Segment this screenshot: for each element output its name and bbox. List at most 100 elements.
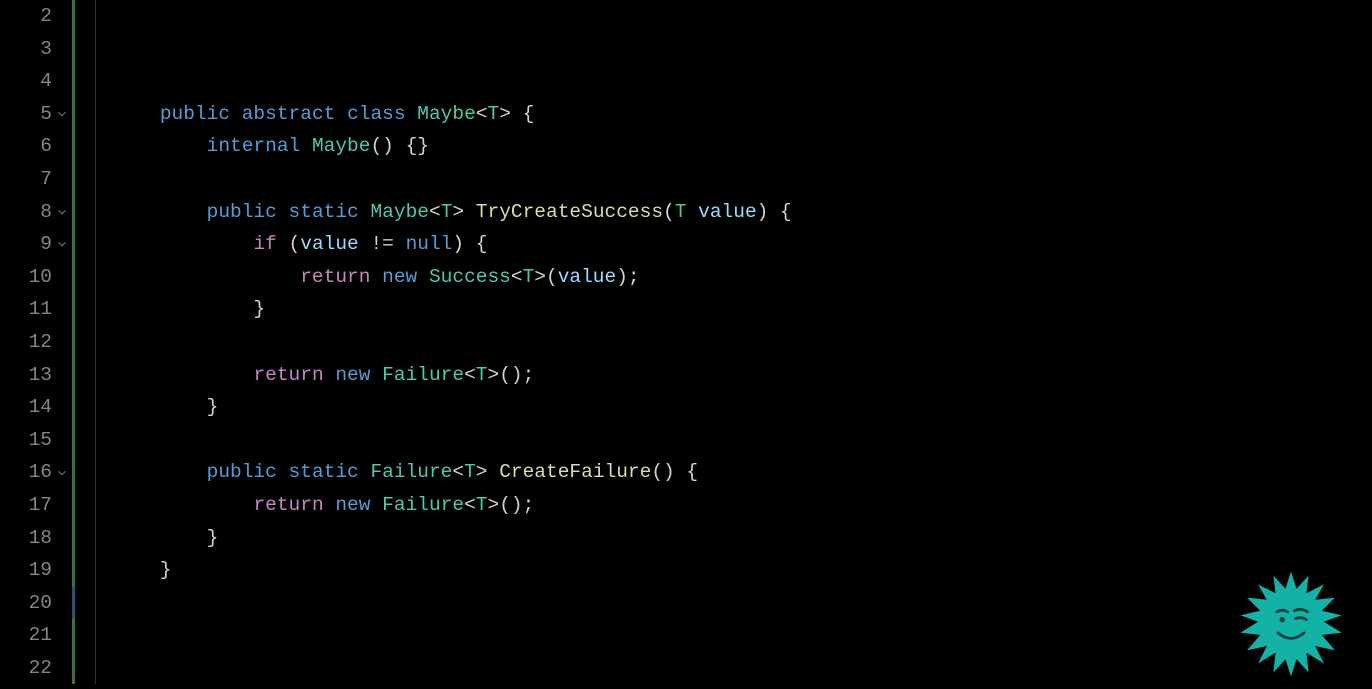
line-number[interactable]: 3 (0, 33, 52, 66)
line-number[interactable]: 22 (0, 652, 52, 685)
code-text[interactable]: return new Success<T>(value); (113, 261, 640, 294)
change-bar (72, 489, 75, 522)
indent-guide (95, 391, 96, 424)
code-text[interactable]: if (value != null) { (113, 228, 488, 261)
indent-guide (95, 554, 96, 587)
code-line[interactable]: 4 (0, 65, 1372, 98)
code-text[interactable]: return new Failure<T>(); (113, 489, 534, 522)
change-bar (72, 98, 75, 131)
code-line[interactable]: 7 (0, 163, 1372, 196)
change-bar (72, 261, 75, 294)
change-bar (72, 65, 75, 98)
fold-chevron-icon[interactable] (52, 205, 72, 219)
line-number[interactable]: 11 (0, 293, 52, 326)
code-line[interactable]: 14 } (0, 391, 1372, 424)
code-line[interactable]: 13 return new Failure<T>(); (0, 359, 1372, 392)
line-number[interactable]: 10 (0, 261, 52, 294)
fold-chevron-icon[interactable] (52, 237, 72, 251)
change-bar (72, 587, 75, 620)
code-line[interactable]: 19 } (0, 554, 1372, 587)
code-line[interactable]: 20 (0, 587, 1372, 620)
fold-chevron-icon[interactable] (52, 107, 72, 121)
code-text[interactable]: return new Failure<T>(); (113, 359, 534, 392)
change-bar (72, 424, 75, 457)
code-line[interactable]: 6 internal Maybe() {} (0, 130, 1372, 163)
indent-guide (95, 98, 96, 131)
code-line[interactable]: 22 (0, 652, 1372, 685)
indent-guide (95, 33, 96, 66)
indent-guide (95, 163, 96, 196)
line-number[interactable]: 20 (0, 587, 52, 620)
line-number[interactable]: 2 (0, 0, 52, 33)
change-bar (72, 130, 75, 163)
code-line[interactable]: 16 public static Failure<T> CreateFailur… (0, 456, 1372, 489)
line-number[interactable]: 19 (0, 554, 52, 587)
indent-guide (95, 261, 96, 294)
line-number[interactable]: 9 (0, 228, 52, 261)
indent-guide (95, 0, 96, 33)
code-line[interactable]: 21 (0, 619, 1372, 652)
code-line[interactable]: 10 return new Success<T>(value); (0, 261, 1372, 294)
indent-guide (95, 359, 96, 392)
code-text[interactable]: } (113, 554, 172, 587)
code-text[interactable]: public static Failure<T> CreateFailure()… (113, 456, 698, 489)
indent-guide (95, 196, 96, 229)
code-line[interactable]: 5 public abstract class Maybe<T> { (0, 98, 1372, 131)
code-line[interactable]: 15 (0, 424, 1372, 457)
change-bar (72, 326, 75, 359)
code-editor[interactable]: 2345 public abstract class Maybe<T> {6 i… (0, 0, 1372, 689)
change-bar (72, 554, 75, 587)
change-bar (72, 456, 75, 489)
change-bar (72, 359, 75, 392)
line-number[interactable]: 18 (0, 522, 52, 555)
indent-guide (95, 424, 96, 457)
change-bar (72, 196, 75, 229)
line-number[interactable]: 13 (0, 359, 52, 392)
code-line[interactable]: 2 (0, 0, 1372, 33)
change-bar (72, 33, 75, 66)
indent-guide (95, 65, 96, 98)
change-bar (72, 619, 75, 652)
code-text[interactable]: } (113, 391, 218, 424)
line-number[interactable]: 17 (0, 489, 52, 522)
code-text[interactable]: } (113, 522, 218, 555)
line-number[interactable]: 8 (0, 196, 52, 229)
indent-guide (95, 489, 96, 522)
indent-guide (95, 619, 96, 652)
change-bar (72, 293, 75, 326)
indent-guide (95, 130, 96, 163)
code-text[interactable]: internal Maybe() {} (113, 130, 429, 163)
change-bar (72, 0, 75, 33)
line-number[interactable]: 5 (0, 98, 52, 131)
line-number[interactable]: 6 (0, 130, 52, 163)
code-line[interactable]: 8 public static Maybe<T> TryCreateSucces… (0, 196, 1372, 229)
code-line[interactable]: 12 (0, 326, 1372, 359)
indent-guide (95, 652, 96, 685)
change-bar (72, 652, 75, 685)
code-line[interactable]: 17 return new Failure<T>(); (0, 489, 1372, 522)
line-number[interactable]: 12 (0, 326, 52, 359)
code-text[interactable]: public abstract class Maybe<T> { (113, 98, 534, 131)
code-line[interactable]: 11 } (0, 293, 1372, 326)
change-bar (72, 391, 75, 424)
line-number[interactable]: 14 (0, 391, 52, 424)
change-bar (72, 228, 75, 261)
indent-guide (95, 293, 96, 326)
line-number[interactable]: 21 (0, 619, 52, 652)
fold-chevron-icon[interactable] (52, 466, 72, 480)
code-line[interactable]: 9 if (value != null) { (0, 228, 1372, 261)
indent-guide (95, 456, 96, 489)
line-number[interactable]: 7 (0, 163, 52, 196)
code-text[interactable]: public static Maybe<T> TryCreateSuccess(… (113, 196, 792, 229)
code-line[interactable]: 18 } (0, 522, 1372, 555)
line-number[interactable]: 15 (0, 424, 52, 457)
indent-guide (95, 228, 96, 261)
line-number[interactable]: 4 (0, 65, 52, 98)
line-number[interactable]: 16 (0, 456, 52, 489)
indent-guide (95, 587, 96, 620)
indent-guide (95, 522, 96, 555)
change-bar (72, 163, 75, 196)
code-text[interactable]: } (113, 293, 265, 326)
change-bar (72, 522, 75, 555)
code-line[interactable]: 3 (0, 33, 1372, 66)
